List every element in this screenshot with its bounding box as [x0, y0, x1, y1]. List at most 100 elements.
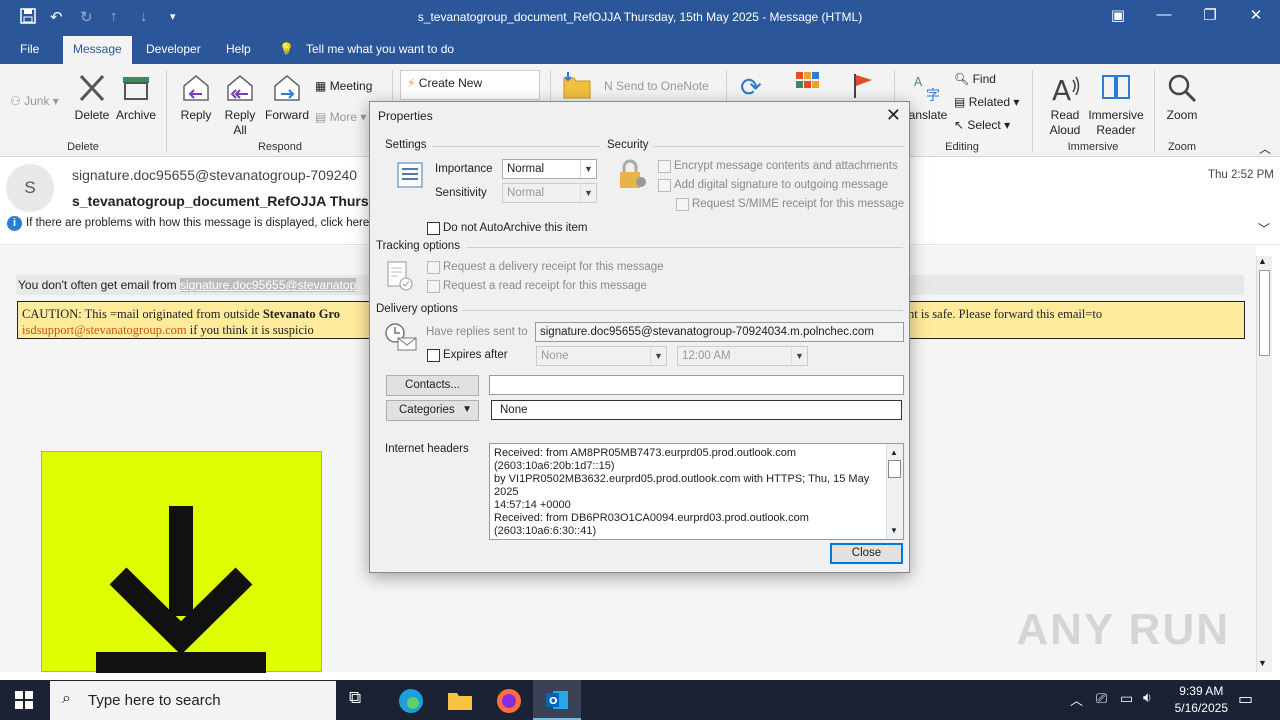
zoom-label: Zoom: [1166, 108, 1198, 122]
search-placeholder: Type here to search: [88, 692, 221, 709]
body-scrollbar[interactable]: ▲ ▼: [1256, 256, 1272, 672]
find-button[interactable]: 🔍︎ Find: [954, 72, 996, 86]
group-respond: Respond: [257, 141, 303, 153]
quick-steps-gallery[interactable]: ⚡ Create New: [400, 70, 540, 100]
read-aloud-button[interactable]: A Read Aloud: [1042, 72, 1088, 138]
outlook-taskbar-button[interactable]: O: [533, 680, 581, 720]
minimize-icon[interactable]: —: [1141, 6, 1187, 23]
svg-text:A: A: [914, 75, 923, 89]
replies-to-input[interactable]: signature.doc95655@stevanatogroup-709240…: [535, 322, 904, 342]
encrypt-label: Encrypt message contents and attachments: [674, 160, 898, 172]
categories-field[interactable]: None: [491, 400, 902, 420]
system-clock[interactable]: 9:39 AM 5/16/2025: [1175, 683, 1228, 717]
expires-date-select[interactable]: None ▼: [536, 346, 667, 366]
forward-button[interactable]: Forward: [264, 72, 310, 123]
forward-label: Forward: [264, 108, 309, 122]
scroll-thumb[interactable]: [1259, 270, 1270, 356]
find-icon: 🔍︎: [954, 72, 970, 86]
scroll-up-icon[interactable]: ▲: [890, 446, 898, 459]
create-new-item[interactable]: ⚡ Create New: [407, 76, 482, 90]
notifications-icon[interactable]: ▭: [1238, 689, 1253, 709]
expires-time-select[interactable]: 12:00 AM ▼: [677, 346, 808, 366]
edge-browser-icon[interactable]: [398, 688, 424, 713]
contacts-input[interactable]: [489, 375, 904, 395]
expand-header-icon[interactable]: ﹀: [1258, 220, 1270, 237]
restore-icon[interactable]: ❐: [1187, 6, 1233, 24]
sender-address[interactable]: signature.doc95655@stevanatogroup-709240: [72, 167, 357, 183]
ethernet-icon[interactable]: ▭: [1120, 690, 1133, 707]
tab-help[interactable]: Help: [226, 42, 251, 56]
importance-value: Normal: [507, 163, 545, 175]
properties-dialog: Properties ✕ Settings Importance Normal ▼…: [369, 101, 910, 573]
move-folder-icon[interactable]: [562, 70, 592, 100]
digital-signature-checkbox[interactable]: [658, 179, 671, 192]
tab-file[interactable]: File: [20, 42, 39, 56]
send-to-onenote-button[interactable]: N Send to OneNote: [604, 79, 709, 93]
dialog-close-icon[interactable]: ✕: [886, 105, 901, 126]
network-icon[interactable]: ⎚: [1096, 690, 1107, 707]
headers-scrollbar[interactable]: ▲ ▼: [886, 444, 903, 539]
meeting-button[interactable]: ▦ Meeting: [315, 79, 372, 93]
scroll-thumb[interactable]: [888, 460, 901, 478]
group-delete: Delete: [67, 141, 99, 153]
show-hidden-icons-icon[interactable]: ︿: [1070, 690, 1083, 709]
tab-message[interactable]: Message: [63, 36, 132, 64]
onenote-icon: N: [604, 79, 613, 93]
flag-icon[interactable]: [852, 72, 874, 101]
close-window-icon[interactable]: ✕: [1233, 6, 1279, 24]
task-view-icon[interactable]: ⧉: [349, 688, 375, 712]
ribbon-display-options-icon[interactable]: ▣: [1095, 6, 1141, 24]
scroll-up-icon[interactable]: ▲: [1258, 256, 1267, 266]
header-line: 14:57:14 +0000: [494, 499, 571, 511]
reply-button[interactable]: Reply: [178, 72, 214, 123]
expires-checkbox[interactable]: [427, 349, 440, 362]
tab-developer[interactable]: Developer: [146, 42, 201, 56]
reply-all-button[interactable]: Reply All: [221, 72, 259, 138]
zoom-button[interactable]: Zoom: [1162, 72, 1202, 123]
delivery-receipt-checkbox[interactable]: [427, 261, 440, 274]
file-explorer-icon[interactable]: [447, 688, 473, 712]
translate-label: anslate: [908, 108, 948, 122]
junk-button[interactable]: ⚇ Junk ▾: [10, 94, 59, 108]
notice-link[interactable]: signature.doc95655@stevanatop: [179, 278, 357, 292]
related-button[interactable]: ▤ Related ▾: [954, 95, 1019, 109]
categories-button[interactable]: Categories ▼: [386, 400, 479, 421]
scroll-down-icon[interactable]: ▼: [890, 524, 898, 537]
settings-icon: [397, 162, 423, 191]
display-problem-infobar[interactable]: If there are problems with how this mess…: [26, 217, 369, 229]
delete-button[interactable]: Delete: [74, 72, 110, 123]
svg-text:A: A: [1052, 74, 1071, 104]
notice-text: You don't often get email from: [18, 278, 180, 292]
volume-icon[interactable]: 🔉︎: [1143, 689, 1152, 706]
dialog-title: Properties: [378, 109, 433, 123]
scroll-down-icon[interactable]: ▼: [1258, 658, 1267, 668]
importance-select[interactable]: Normal ▼: [502, 159, 597, 179]
tell-me-search[interactable]: Tell me what you want to do: [306, 42, 454, 56]
firefox-icon[interactable]: [496, 688, 522, 713]
internet-headers-textbox[interactable]: Received: from AM8PR05MB7473.eurprd05.pr…: [489, 443, 904, 540]
close-button[interactable]: Close: [830, 543, 903, 564]
translate-button[interactable]: A字 anslate: [908, 72, 948, 123]
download-image[interactable]: [41, 451, 322, 673]
security-lock-icon: [616, 158, 648, 195]
sensitivity-select[interactable]: Normal ▼: [502, 183, 597, 203]
info-icon: i: [7, 216, 22, 231]
taskbar-search-box[interactable]: ⌕ Type here to search: [50, 681, 336, 720]
encrypt-checkbox[interactable]: [658, 160, 671, 173]
windows-start-icon[interactable]: [15, 691, 33, 712]
more-button[interactable]: ▤ More ▾: [315, 110, 366, 124]
autoarchive-checkbox[interactable]: [427, 222, 440, 235]
caution-link[interactable]: isdsupport@stevanatogroup.com: [22, 323, 187, 337]
select-button[interactable]: ↖ Select ▾: [954, 118, 1010, 132]
meeting-icon: ▦: [315, 79, 327, 93]
apps-grid-icon[interactable]: [796, 72, 820, 101]
tags-icon[interactable]: ⟳: [740, 72, 762, 103]
svg-text:O: O: [549, 696, 558, 707]
collapse-ribbon-icon[interactable]: ︿: [1259, 140, 1271, 157]
read-receipt-checkbox[interactable]: [427, 280, 440, 293]
smime-receipt-checkbox[interactable]: [676, 198, 689, 211]
archive-button[interactable]: Archive: [115, 72, 157, 123]
immersive-reader-button[interactable]: Immersive Reader: [1088, 72, 1144, 138]
contacts-button[interactable]: Contacts...: [386, 375, 479, 396]
forward-icon: [274, 75, 300, 101]
